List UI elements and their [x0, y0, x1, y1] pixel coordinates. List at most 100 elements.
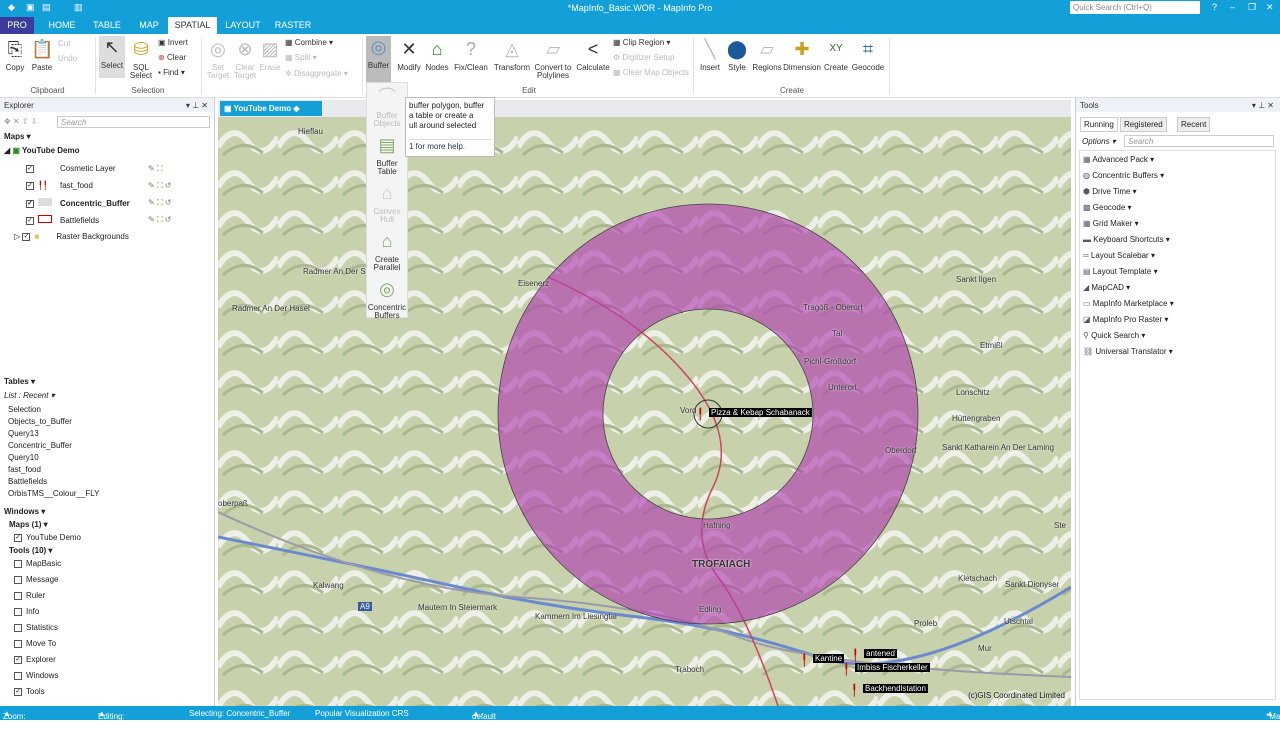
combine-button[interactable]: ▦ Combine ▾ — [285, 38, 333, 47]
tool-window-checkbox[interactable]: ✓ — [14, 655, 22, 664]
tool-item[interactable]: ⚲ Quick Search ▾ — [1083, 331, 1145, 340]
invert-button[interactable]: ▣ Invert — [158, 38, 188, 47]
tool-item[interactable]: ═ Layout Scalebar ▾ — [1083, 251, 1155, 260]
tool-window-item[interactable]: ✓ Tools — [14, 687, 45, 696]
panel-controls-icon[interactable]: ▾ ⊥ ✕ — [1252, 101, 1274, 110]
table-item[interactable]: Query10 — [8, 453, 39, 462]
fast-food-icon[interactable]: ╿ — [801, 654, 808, 667]
tab-recent[interactable]: Recent — [1177, 117, 1211, 132]
layer-item[interactable]: ▷ ✓ ■ Raster Backgrounds — [14, 232, 129, 241]
tool-item[interactable]: ▦ Advanced Pack ▾ — [1083, 155, 1154, 164]
status-zoom[interactable]: Zoom: 40.46 km ▲ — [3, 709, 26, 739]
tools-options-dropdown[interactable]: Options ▾ — [1082, 137, 1116, 146]
layer-actions-icon[interactable]: ✎ ⛶ ↺ — [148, 198, 171, 208]
select-button[interactable]: ↖ Select — [99, 36, 125, 78]
fast-food-icon[interactable]: ╿ — [851, 684, 858, 697]
layer-actions-icon[interactable]: ✎ ⛶ ↺ — [148, 181, 171, 191]
layer-item[interactable]: ✓ ╿╿ fast_food — [26, 181, 93, 190]
tool-item[interactable]: ⛓ Universal Translator ▾ — [1083, 347, 1173, 356]
explorer-toolbar-icons[interactable]: ✥ ✕ ⇧ ⇩ — [4, 117, 37, 126]
nodes-button[interactable]: ⌂ Nodes — [424, 38, 450, 72]
find-button[interactable]: ▪ Find ▾ — [158, 68, 185, 77]
copy-button[interactable]: ⎘ Copy — [3, 38, 27, 72]
tool-window-checkbox[interactable]: ✓ — [14, 687, 22, 696]
table-item[interactable]: Concentric_Buffer — [8, 441, 72, 450]
buffer-button[interactable]: ◎ Buffer — [366, 36, 391, 82]
layer-item[interactable]: ✓ Concentric_Buffer — [26, 198, 130, 208]
tab-map[interactable]: MAP — [132, 17, 166, 34]
dimension-button[interactable]: ✚ Dimension — [783, 38, 821, 72]
tool-window-checkbox[interactable] — [14, 607, 22, 616]
poi-label[interactable]: Backhendlstation — [863, 684, 928, 693]
tool-window-item[interactable]: ✓ Explorer — [14, 655, 56, 664]
erase-button[interactable]: ▨ Erase — [259, 38, 281, 72]
tool-item[interactable]: ▭ MapInfo Marketplace ▾ — [1083, 299, 1174, 308]
status-workspace[interactable]: *MapInfo_Basic.WOR ▲ — [1266, 709, 1280, 721]
layer-item[interactable]: ✓ Battlefields — [26, 215, 99, 225]
tool-item[interactable]: ▦ Grid Maker ▾ — [1083, 219, 1139, 228]
tool-window-item[interactable]: Statistics — [14, 623, 58, 632]
tool-window-item[interactable]: MapBasic — [14, 559, 61, 568]
poi-label[interactable]: Kantine — [813, 654, 845, 663]
tool-window-checkbox[interactable] — [14, 623, 22, 632]
geocode-button[interactable]: ⌗ Geocode — [851, 38, 885, 72]
style-button[interactable]: ⬤ Style — [724, 38, 750, 72]
tool-window-item[interactable]: Message — [14, 575, 58, 584]
paste-button[interactable]: 📋 Paste — [29, 38, 55, 72]
tables-list-filter[interactable]: List : Recent ▾ — [4, 391, 55, 400]
tool-item[interactable]: ⬢ Drive Time ▾ — [1083, 187, 1137, 196]
layer-checkbox[interactable]: ✓ — [26, 181, 34, 190]
buffer-menu-item[interactable]: ⌂ Convex Hull — [367, 182, 407, 224]
tool-window-checkbox[interactable] — [14, 591, 22, 600]
poi-label[interactable]: Pizza & Kebap Schabanack — [709, 408, 812, 417]
tool-item[interactable]: ◍ Concentric Buffers ▾ — [1083, 171, 1164, 180]
sql-select-button[interactable]: ⛁ SQL Select — [126, 38, 156, 80]
minimize-icon[interactable]: – — [1230, 2, 1235, 12]
tool-item[interactable]: ◢ MapCAD ▾ — [1083, 283, 1130, 292]
tool-window-checkbox[interactable] — [14, 575, 22, 584]
digitizer-setup-button[interactable]: ⚙ Digitizer Setup — [613, 53, 674, 62]
create-button[interactable]: XY Create — [822, 38, 850, 72]
tool-item[interactable]: ▤ Layout Template ▾ — [1083, 267, 1158, 276]
tool-window-item[interactable]: Info — [14, 607, 39, 616]
restore-icon[interactable]: ❐ — [1248, 2, 1256, 13]
regions-button[interactable]: ▱ Regions — [751, 38, 783, 72]
maps-section[interactable]: Maps ▾ — [4, 132, 31, 141]
layer-item[interactable]: ✓ Cosmetic Layer — [26, 164, 116, 173]
tab-spatial[interactable]: SPATIAL — [168, 17, 217, 34]
layer-checkbox[interactable]: ✓ — [22, 232, 31, 241]
windows-maps-group[interactable]: Maps (1) ▾ — [9, 520, 48, 529]
help-icon[interactable]: ? — [1212, 2, 1217, 12]
fix-clean-button[interactable]: ? Fix/Clean — [452, 38, 490, 72]
clear-target-button[interactable]: ⊗ Clear Target — [232, 38, 258, 80]
windows-section[interactable]: Windows ▾ — [4, 507, 45, 516]
transform-button[interactable]: ◬ Transform — [492, 38, 532, 72]
cut-button[interactable]: Cut — [58, 39, 70, 48]
fast-food-icon[interactable]: ╿ — [843, 663, 850, 676]
panel-controls-icon[interactable]: ▾ ⊥ ✕ — [186, 101, 208, 110]
tool-item[interactable]: ▬ Keyboard Shortcuts ▾ — [1083, 235, 1170, 244]
layer-checkbox[interactable]: ✓ — [26, 164, 34, 173]
fast-food-icon[interactable]: ╿ — [852, 649, 859, 662]
tool-window-item[interactable]: Ruler — [14, 591, 45, 600]
table-item[interactable]: Selection — [8, 405, 41, 414]
status-editing[interactable]: Editing: None ▲ — [98, 709, 125, 730]
set-target-button[interactable]: ◎ Set Target — [205, 38, 231, 80]
buffer-menu-item[interactable]: ◎ Concentric Buffers — [367, 278, 407, 320]
tab-layout[interactable]: LAYOUT — [222, 17, 264, 34]
layer-checkbox[interactable]: ✓ — [26, 216, 34, 225]
map-youtube-demo[interactable]: ◢ ▣ YouTube Demo — [4, 146, 80, 155]
clear-map-objects-button[interactable]: ▦ Clear Map Objects — [613, 68, 689, 77]
close-icon[interactable]: ✕ — [1266, 2, 1274, 13]
buffer-menu-item[interactable]: ⌒ Buffer Objects — [367, 86, 407, 128]
table-item[interactable]: Battlefields — [8, 477, 47, 486]
clip-region-button[interactable]: ▦ Clip Region ▾ — [613, 38, 670, 47]
explorer-search-input[interactable]: Search — [57, 116, 210, 128]
fast-food-icon[interactable]: ╿ — [697, 408, 704, 421]
tool-item[interactable]: ◪ MapInfo Pro Raster ▾ — [1083, 315, 1168, 324]
tool-item[interactable]: ▩ Geocode ▾ — [1083, 203, 1132, 212]
map-window-tab[interactable]: ▣ YouTube Demo ◆ — [220, 101, 322, 116]
tab-pro[interactable]: PRO — [0, 17, 34, 34]
table-item[interactable]: Objects_to_Buffer — [8, 417, 72, 426]
convert-polylines-button[interactable]: ▱ Convert to Polylines — [533, 38, 573, 80]
